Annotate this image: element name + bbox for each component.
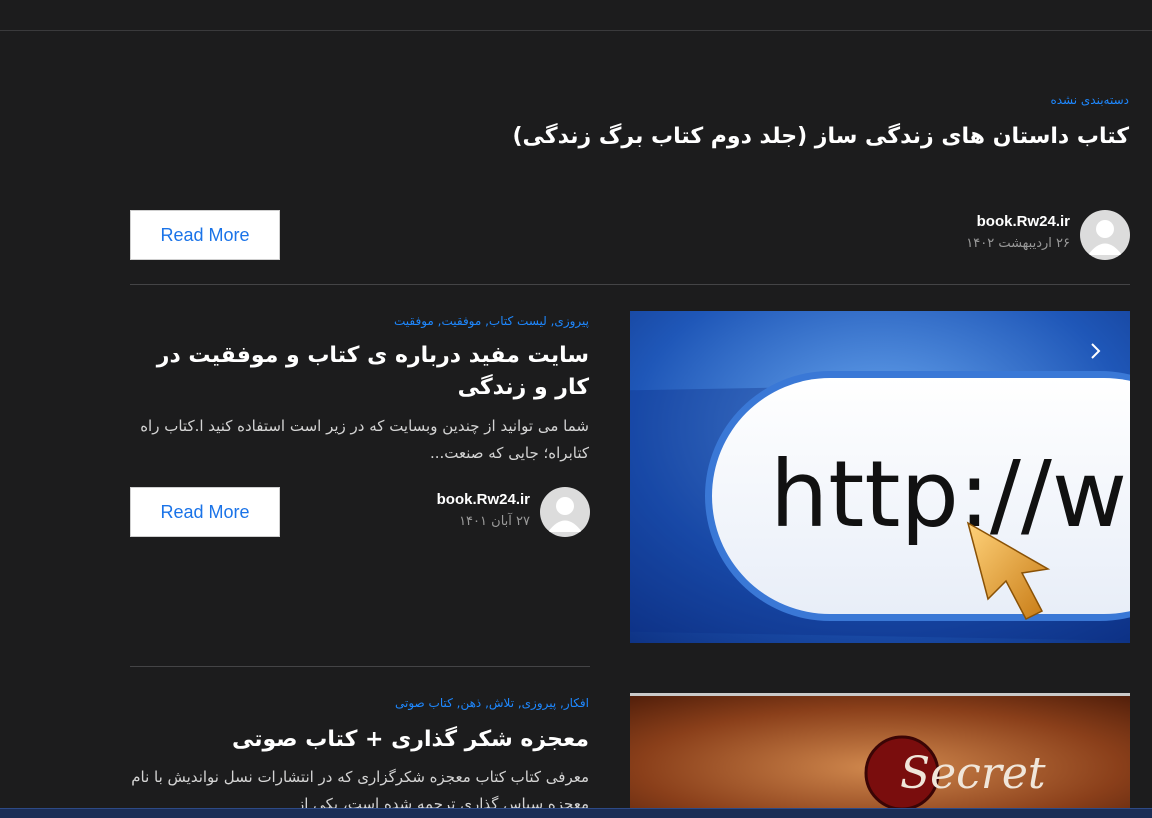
user-avatar-icon: [548, 497, 582, 532]
post-excerpt: شما می توانید از چندین وبسایت که در زیر …: [140, 417, 589, 462]
post-title[interactable]: معجزه شکر گذاری + کتاب صوتی: [129, 724, 589, 756]
post-divider: [130, 666, 590, 667]
author-name[interactable]: book.Rw24.ir: [437, 491, 530, 508]
post-thumbnail[interactable]: Secret: [630, 693, 1130, 817]
post-date: ۲۷ آبان ۱۴۰۱: [459, 514, 530, 529]
chevron-left-icon[interactable]: [1085, 341, 1105, 361]
post-title[interactable]: کتاب داستان های زندگی ساز (جلد دوم کتاب …: [429, 121, 1129, 153]
post-divider: [130, 284, 1130, 285]
author-avatar: [540, 487, 590, 537]
url-bar-text: http://www.: [770, 441, 1130, 548]
post-categories[interactable]: دسته‌بندی نشده: [1050, 93, 1129, 107]
read-more-button[interactable]: Read More: [130, 487, 280, 537]
post-categories[interactable]: افکار, پیروزی, تلاش, ذهن, کتاب صوتی: [395, 696, 589, 710]
post-thumbnail[interactable]: http://www.: [630, 311, 1130, 643]
author-avatar: [1080, 210, 1130, 260]
post-title[interactable]: سایت مفید درباره ی کتاب و موفقیت در کار …: [129, 340, 589, 404]
read-more-button[interactable]: Read More: [130, 210, 280, 260]
url-bar-illustration: http://www.: [630, 311, 1130, 643]
header-divider: [0, 30, 1152, 31]
user-avatar-icon: [1088, 220, 1122, 255]
post-date: ۲۶ اردیبهشت ۱۴۰۲: [966, 236, 1070, 251]
post-categories[interactable]: پیروزی, لیست کتاب, موفقیت, موفقیت: [394, 314, 589, 328]
post-excerpt: معرفی کتاب کتاب معجزه شکرگزاری که در انت…: [131, 768, 589, 808]
cover-title: Secret: [900, 748, 1046, 799]
author-name[interactable]: book.Rw24.ir: [977, 213, 1070, 230]
secret-book-cover: Secret: [630, 693, 1130, 817]
